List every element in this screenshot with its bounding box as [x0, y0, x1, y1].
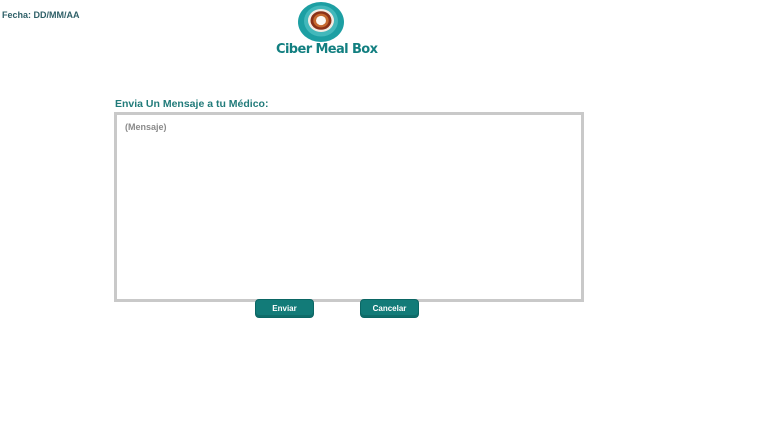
- logo-text: Ciber Meal Box: [276, 42, 378, 57]
- send-button[interactable]: Enviar: [255, 299, 314, 318]
- message-textarea[interactable]: [114, 112, 584, 302]
- logo-rings-icon: [298, 2, 344, 42]
- ciber-meal-box-logo: Ciber Meal Box: [276, 0, 378, 64]
- date-label: Fecha: DD/MM/AA: [2, 10, 80, 20]
- cancel-button[interactable]: Cancelar: [360, 299, 419, 318]
- message-form-title: Envia Un Mensaje a tu Médico:: [115, 98, 269, 110]
